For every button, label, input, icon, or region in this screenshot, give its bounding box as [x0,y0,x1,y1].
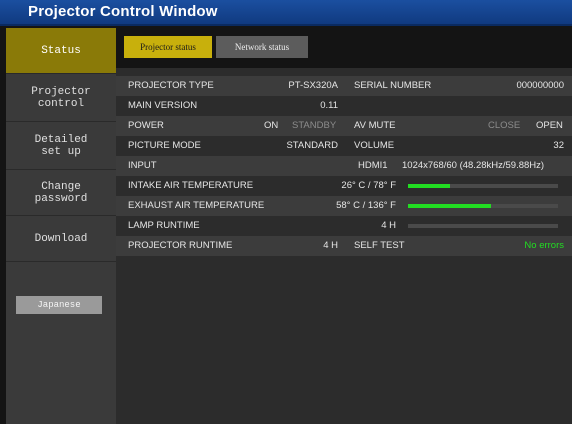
self-test-label: SELF TEST [354,240,405,251]
exhaust-air-temperature-label: EXHAUST AIR TEMPERATURE [128,200,265,211]
tab-network-status[interactable]: Network status [216,36,308,58]
status-row: EXHAUST AIR TEMPERATURE 58° C / 136° F [116,196,572,216]
av-mute-open-option: OPEN [536,120,563,131]
av-mute-close-option: CLOSE [488,120,521,131]
status-row: INTAKE AIR TEMPERATURE 26° C / 78° F [116,176,572,196]
intake-air-temperature-label: INTAKE AIR TEMPERATURE [128,180,254,191]
status-row: PROJECTOR TYPE PT-SX320A SERIAL NUMBER 0… [116,76,572,96]
projector-type-value: PT-SX320A [288,80,338,91]
sidebar-item-label: Change password [34,180,88,205]
sidebar-item-detailed-set-up[interactable]: Detailed set up [6,122,116,170]
status-row: LAMP RUNTIME 4 H [116,216,572,236]
projector-runtime-label: PROJECTOR RUNTIME [128,240,233,251]
exhaust-temperature-bar [408,204,558,208]
input-label: INPUT [128,160,157,171]
volume-value: 32 [553,140,564,151]
sidebar-item-change-password[interactable]: Change password [6,170,116,216]
sidebar-item-projector-control[interactable]: Projector control [6,74,116,122]
power-on-option: ON [264,120,279,131]
main-version-label: MAIN VERSION [128,100,198,111]
picture-mode-label: PICTURE MODE [128,140,201,151]
sidebar-item-label: Detailed set up [34,133,88,158]
status-row: POWER ON STANDBY AV MUTE CLOSE OPEN [116,116,572,136]
projector-type-label: PROJECTOR TYPE [128,80,214,91]
sidebar-item-label: Projector control [31,85,91,110]
intake-temperature-bar [408,184,558,188]
lamp-runtime-value: 4 H [381,220,396,231]
sidebar-item-label: Download [34,232,88,245]
sidebar: Status Projector control Detailed set up… [6,28,116,424]
intake-air-temperature-value: 26° C / 78° F [341,180,396,191]
picture-mode-value: STANDARD [286,140,338,151]
tab-strip: Projector status Network status [116,28,572,68]
exhaust-air-temperature-value: 58° C / 136° F [336,200,396,211]
main-content: Projector status Network status PROJECTO… [116,28,572,424]
power-label: POWER [128,120,164,131]
window-title: Projector Control Window [28,3,218,20]
main-version-value: 0.11 [320,100,338,111]
volume-label: VOLUME [354,140,395,151]
status-row: INPUT HDMI1 1024x768/60 (48.28kHz/59.88H… [116,156,572,176]
self-test-value: No errors [524,240,564,251]
lamp-runtime-bar [408,224,558,228]
sidebar-item-download[interactable]: Download [6,216,116,262]
sidebar-item-status[interactable]: Status [6,28,116,74]
exhaust-temperature-bar-fill [408,204,491,208]
japanese-language-button[interactable]: Japanese [16,296,102,314]
status-row: PROJECTOR RUNTIME 4 H SELF TEST No error… [116,236,572,256]
title-bar: Projector Control Window [0,0,572,26]
sidebar-item-label: Status [41,44,81,57]
av-mute-label: AV MUTE [354,120,396,131]
status-row: PICTURE MODE STANDARD VOLUME 32 [116,136,572,156]
status-row: MAIN VERSION 0.11 [116,96,572,116]
serial-number-value: 000000000 [516,80,564,91]
tab-projector-status[interactable]: Projector status [124,36,212,58]
input-value: HDMI1 [358,160,388,171]
input-signal: 1024x768/60 (48.28kHz/59.88Hz) [402,160,545,171]
serial-number-label: SERIAL NUMBER [354,80,432,91]
power-standby-option: STANDBY [292,120,337,131]
projector-runtime-value: 4 H [323,240,338,251]
intake-temperature-bar-fill [408,184,450,188]
lamp-runtime-label: LAMP RUNTIME [128,220,200,231]
